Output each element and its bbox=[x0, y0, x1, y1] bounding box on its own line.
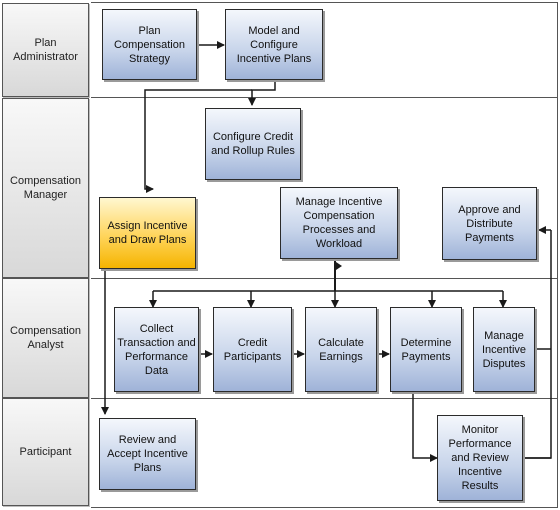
edge-determine-to-monitor bbox=[412, 392, 438, 462]
edge-model-configure-to-configure-credit bbox=[248, 80, 276, 106]
node-label: Determine Payments bbox=[400, 336, 452, 363]
node-plan-compensation-strategy[interactable]: Plan Compensation Strategy bbox=[102, 9, 197, 80]
node-label: Plan Compensation Strategy bbox=[114, 24, 185, 65]
node-configure-credit-rollup-rules[interactable]: Configure Credit and Rollup Rules bbox=[205, 108, 301, 180]
node-approve-distribute-payments[interactable]: Approve and Distribute Payments bbox=[442, 187, 537, 260]
node-label: Collect Transaction and Performance Data bbox=[117, 322, 196, 377]
node-label: Calculate Earnings bbox=[318, 336, 364, 363]
node-determine-payments[interactable]: Determine Payments bbox=[390, 307, 462, 392]
node-model-configure-incentive-plans[interactable]: Model and Configure Incentive Plans bbox=[225, 9, 323, 80]
node-credit-participants[interactable]: Credit Participants bbox=[213, 307, 292, 392]
node-review-accept-incentive-plans[interactable]: Review and Accept Incentive Plans bbox=[99, 418, 196, 490]
node-label: Configure Credit and Rollup Rules bbox=[211, 131, 295, 157]
node-monitor-performance-review-results[interactable]: Monitor Performance and Review Incentive… bbox=[437, 415, 523, 501]
node-manage-incentive-compensation-processes[interactable]: Manage Incentive Compensation Processes … bbox=[280, 187, 398, 259]
node-assign-incentive-draw-plans[interactable]: Assign Incentive and Draw Plans bbox=[99, 197, 196, 269]
node-collect-transaction-performance-data[interactable]: Collect Transaction and Performance Data bbox=[114, 307, 199, 392]
node-label: Credit Participants bbox=[223, 336, 282, 363]
node-label: Review and Accept Incentive Plans bbox=[107, 434, 188, 474]
edge-manage-processes-flag bbox=[336, 262, 342, 270]
node-label: Approve and Distribute Payments bbox=[458, 203, 521, 244]
node-label: Manage Incentive Compensation Processes … bbox=[295, 196, 383, 250]
node-label: Monitor Performance and Review Incentive… bbox=[448, 424, 512, 492]
node-label: Model and Configure Incentive Plans bbox=[236, 24, 312, 65]
node-calculate-earnings[interactable]: Calculate Earnings bbox=[305, 307, 377, 392]
swimlane-diagram: Plan Administrator Compensation Manager … bbox=[0, 0, 560, 510]
node-manage-incentive-disputes[interactable]: Manage Incentive Disputes bbox=[473, 307, 535, 392]
node-label: Manage Incentive Disputes bbox=[481, 329, 527, 370]
node-label: Assign Incentive and Draw Plans bbox=[107, 220, 188, 246]
